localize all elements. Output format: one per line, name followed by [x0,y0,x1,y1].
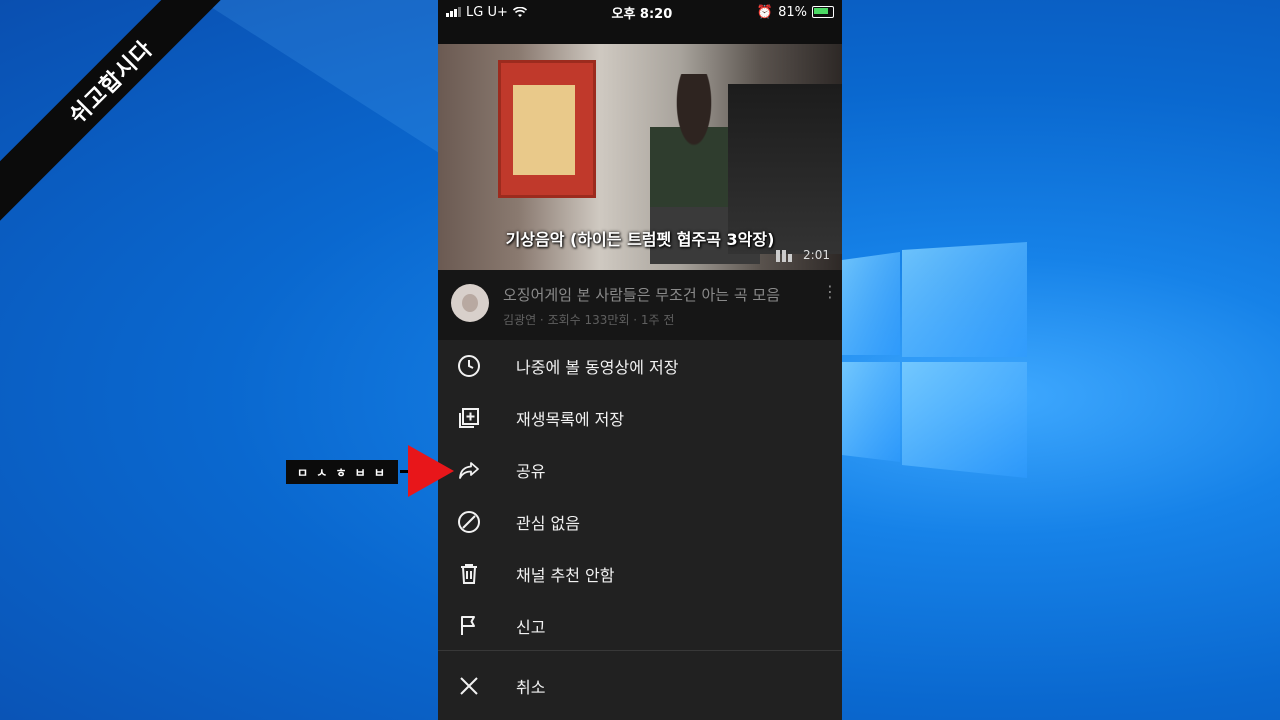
menu-item-save-playlist[interactable]: 재생목록에 저장 [438,392,842,444]
share-icon [454,455,484,485]
video-info[interactable]: 오징어게임 본 사람들은 무조건 아는 곡 모음 김광연 · 조회수 133만회… [438,270,842,340]
video-duration: 2:01 [803,248,830,262]
video-meta: 김광연 · 조회수 133만회 · 1주 전 [503,313,675,327]
poster-image [498,60,596,198]
annotation-text: ㅁ ㅅ ㅎ ㅂ ㅂ [297,465,387,480]
menu-item-share[interactable]: 공유 [438,444,842,496]
clock-icon [454,351,484,381]
menu-item-label: 채널 추천 안함 [516,566,615,585]
status-time: 오후 8:20 [611,6,673,22]
menu-item-label: 나중에 볼 동영상에 저장 [516,358,679,377]
channel-avatar[interactable] [451,284,489,322]
menu-item-label: 신고 [516,618,546,637]
annotation-callout: ㅁ ㅅ ㅎ ㅂ ㅂ [286,460,398,484]
menu-divider [438,650,842,651]
more-options-icon[interactable]: ⋮ [818,282,842,301]
red-arrow-icon [408,445,454,497]
menu-item-label: 공유 [516,462,546,481]
flag-icon [454,611,484,641]
alarm-icon: ⏰ [756,4,774,20]
menu-item-label: 재생목록에 저장 [516,410,625,429]
trash-icon [454,559,484,589]
cancel-button[interactable]: 취소 [438,660,842,712]
battery-percent: 81% [778,4,807,20]
carrier-label: LG U+ [466,4,508,20]
status-bar: LG U+ 오후 8:20 ⏰ 81% [438,0,842,24]
annotation-line [400,470,408,473]
video-thumbnail[interactable]: 기상음악 (하이든 트럼펫 협주곡 3악장) 2:01 [438,44,842,270]
menu-item-label: 관심 없음 [516,514,580,533]
action-sheet: 나중에 볼 동영상에 저장 재생목록에 저장 공유 관심 없음 채널 추천 안함 [438,340,842,720]
not-interested-icon [454,507,484,537]
video-caption: 기상음악 (하이든 트럼펫 협주곡 3악장) [505,230,775,249]
battery-icon [811,6,834,18]
menu-item-watch-later[interactable]: 나중에 볼 동영상에 저장 [438,340,842,392]
phone-screen: LG U+ 오후 8:20 ⏰ 81% 기상음악 (하이든 트럼펫 협주곡 3악… [438,0,842,720]
cancel-label: 취소 [516,678,546,697]
signal-icon [446,7,461,17]
playlist-add-icon [454,403,484,433]
audio-bars-icon [776,250,792,262]
menu-item-report[interactable]: 신고 [438,600,842,652]
menu-item-dont-recommend-channel[interactable]: 채널 추천 안함 [438,548,842,600]
menu-item-not-interested[interactable]: 관심 없음 [438,496,842,548]
close-icon [454,671,484,701]
wifi-icon [512,6,527,17]
video-title: 오징어게임 본 사람들은 무조건 아는 곡 모음 [503,286,781,304]
